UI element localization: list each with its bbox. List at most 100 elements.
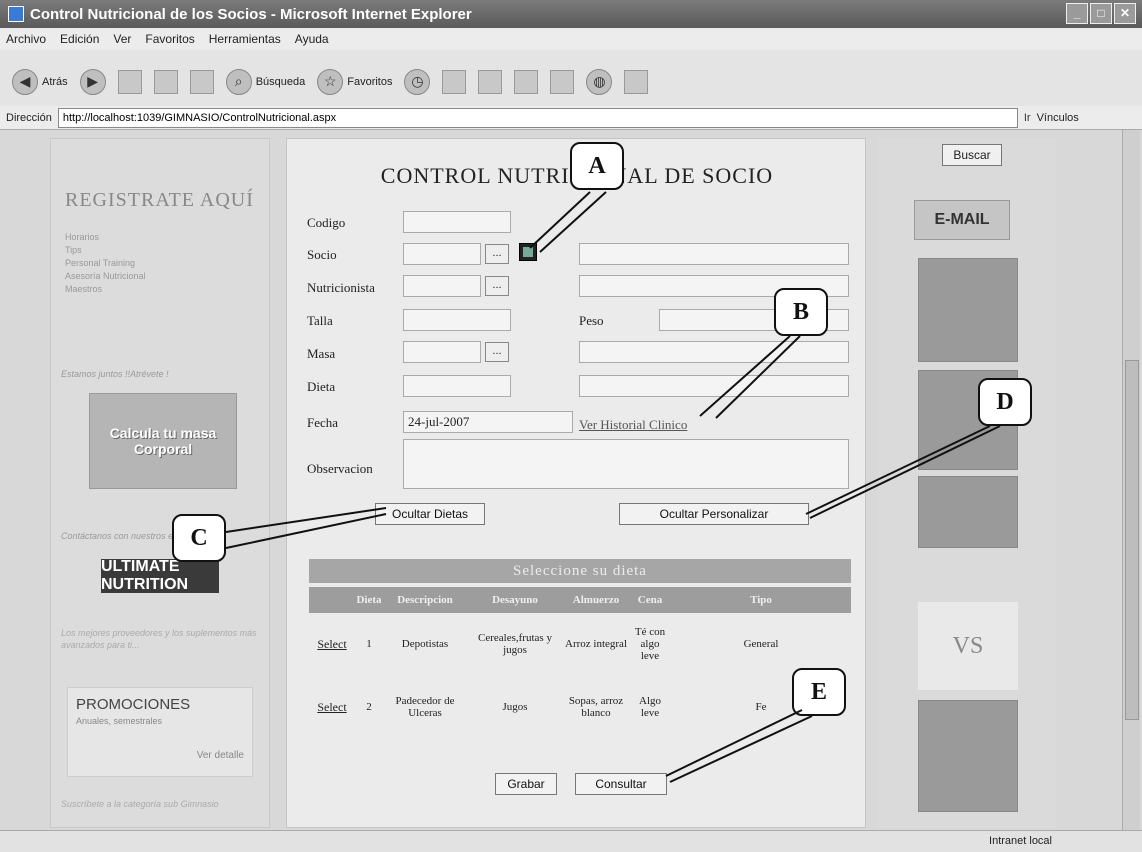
talla-field[interactable] xyxy=(403,309,511,331)
cell-dieta: 2 xyxy=(366,701,372,713)
col-cena: Cena xyxy=(629,587,671,613)
codigo-label: Codigo xyxy=(307,215,346,230)
forward-arrow-icon[interactable]: ▶ xyxy=(79,68,106,95)
toolbar: ◀ Atrás ▶ ⌕ Búsqueda ☆ Favoritos ◷ ◍ xyxy=(0,50,1142,114)
dieta-detail-field[interactable] xyxy=(579,375,849,397)
nav-personal-training[interactable]: Personal Training xyxy=(65,257,146,270)
talla-label: Talla xyxy=(307,313,333,328)
email-banner[interactable]: E-MAIL xyxy=(914,200,1010,240)
scroll-thumb[interactable] xyxy=(1125,360,1139,720)
maximize-icon[interactable]: □ xyxy=(1090,3,1112,24)
nav-tips[interactable]: Tips xyxy=(65,244,146,257)
go-button[interactable]: Ir xyxy=(1024,112,1031,124)
cell-almuerzo: Arroz integral xyxy=(565,638,627,650)
status-bar: Intranet local xyxy=(0,830,1142,852)
right-sidebar: Buscar E-MAIL VS xyxy=(878,138,1056,828)
back-button[interactable]: ◀ Atrás xyxy=(12,68,68,95)
cell-cena: Té con algo leve xyxy=(634,626,666,662)
star-icon: ☆ xyxy=(317,68,344,95)
col-descripcion: Descripcion xyxy=(383,587,467,613)
left-note-4: Suscríbete a la categoría sub Gimnasio xyxy=(61,799,219,809)
col-tipo: Tipo xyxy=(671,587,851,613)
menu-herramientas[interactable]: Herramientas xyxy=(209,32,281,46)
nutricionista-lookup-button[interactable]: ... xyxy=(485,276,509,296)
cell-descripcion: Depotistas xyxy=(401,638,449,650)
query-button[interactable]: Consultar xyxy=(575,773,667,795)
socio-name-field[interactable] xyxy=(579,243,849,265)
left-nav: Horarios Tips Personal Training Asesoría… xyxy=(65,231,146,296)
menu-ayuda[interactable]: Ayuda xyxy=(295,32,329,46)
left-sidebar: REGISTRATE AQUÍ Horarios Tips Personal T… xyxy=(50,138,270,828)
masa-field[interactable] xyxy=(403,341,481,363)
links-label[interactable]: Vínculos xyxy=(1037,112,1079,124)
cell-dieta: 1 xyxy=(366,638,372,650)
dieta-field[interactable] xyxy=(403,375,511,397)
cell-desayuno: Cereales,frutas y jugos xyxy=(478,632,552,656)
search-button[interactable]: Buscar xyxy=(942,144,1002,166)
observacion-label: Observacion xyxy=(307,461,373,476)
messenger-icon[interactable] xyxy=(624,69,649,94)
address-input[interactable] xyxy=(57,107,1018,128)
col-select xyxy=(309,587,355,613)
brand-logo[interactable]: ULTIMATE NUTRITION xyxy=(101,558,219,593)
socio-picker-icon[interactable] xyxy=(519,243,537,261)
cell-desayuno: Jugos xyxy=(502,701,528,713)
stop-icon[interactable] xyxy=(117,69,142,94)
observacion-textarea[interactable] xyxy=(403,439,849,489)
refresh-icon[interactable] xyxy=(153,69,178,94)
socio-field[interactable] xyxy=(403,243,481,265)
nav-asesoria[interactable]: Asesoría Nutricional xyxy=(65,270,146,283)
back-label: Atrás xyxy=(42,75,68,88)
history-link[interactable]: Ver Historial Clinico xyxy=(579,417,687,433)
left-note: Estamos juntos !!Atrévete ! xyxy=(61,369,169,379)
menu-edicion[interactable]: Edición xyxy=(60,32,99,46)
dieta-label: Dieta xyxy=(307,379,336,394)
nav-horarios[interactable]: Horarios xyxy=(65,231,146,244)
nav-maestros[interactable]: Maestros xyxy=(65,283,146,296)
home-icon[interactable] xyxy=(189,69,214,94)
callout-a: A xyxy=(570,142,624,190)
socio-lookup-button[interactable]: ... xyxy=(485,244,509,264)
save-button[interactable]: Grabar xyxy=(495,773,557,795)
callout-b: B xyxy=(774,288,828,336)
menu-archivo[interactable]: Archivo xyxy=(6,32,46,46)
vertical-scrollbar[interactable] xyxy=(1122,130,1140,830)
col-almuerzo: Almuerzo xyxy=(563,587,629,613)
nutricionista-field[interactable] xyxy=(403,275,481,297)
nutricionista-label: Nutricionista xyxy=(307,280,375,295)
print-icon[interactable] xyxy=(478,69,503,94)
promo-box: PROMOCIONES Anuales, semestrales Ver det… xyxy=(67,687,253,777)
left-note-3: Los mejores proveedores y los suplemento… xyxy=(61,628,257,650)
table-row: Select 2 Padecedor de Ulceras Jugos Sopa… xyxy=(309,675,851,739)
codigo-field[interactable] xyxy=(403,211,511,233)
fecha-field[interactable]: 24-jul-2007 xyxy=(403,411,573,433)
minimize-icon[interactable]: _ xyxy=(1066,3,1088,24)
select-link[interactable]: Select xyxy=(309,613,355,675)
edit-icon[interactable] xyxy=(514,69,539,94)
hide-customize-button[interactable]: Ocultar Personalizar xyxy=(619,503,809,525)
history-icon[interactable]: ◷ xyxy=(404,68,431,95)
socio-label: Socio xyxy=(307,247,337,262)
close-icon[interactable]: ✕ xyxy=(1114,3,1136,24)
globe-icon[interactable]: ◍ xyxy=(586,68,613,95)
promo-detail-link[interactable]: Ver detalle xyxy=(197,750,244,761)
browser-window: Control Nutricional de los Socios - Micr… xyxy=(0,0,1142,852)
fruit-image xyxy=(918,476,1018,548)
masa-detail-field[interactable] xyxy=(579,341,849,363)
imc-banner[interactable]: Calcula tu masa Corporal xyxy=(89,393,237,489)
select-link[interactable]: Select xyxy=(309,675,355,739)
hide-diets-button[interactable]: Ocultar Dietas xyxy=(375,503,485,525)
register-link[interactable]: REGISTRATE AQUÍ xyxy=(65,189,254,212)
menu-favoritos[interactable]: Favoritos xyxy=(145,32,194,46)
mail-icon[interactable] xyxy=(442,69,467,94)
menu-ver[interactable]: Ver xyxy=(113,32,131,46)
search-button[interactable]: ⌕ Búsqueda xyxy=(225,68,305,95)
favorites-button[interactable]: ☆ Favoritos xyxy=(317,68,392,95)
versus-image: VS xyxy=(918,602,1018,690)
window-controls: _ □ ✕ xyxy=(1066,3,1136,24)
search-icon: ⌕ xyxy=(225,68,252,95)
callout-c: C xyxy=(172,514,226,562)
discuss-icon[interactable] xyxy=(550,69,575,94)
cell-almuerzo: Sopas, arroz blanco xyxy=(568,695,624,719)
masa-lookup-button[interactable]: ... xyxy=(485,342,509,362)
